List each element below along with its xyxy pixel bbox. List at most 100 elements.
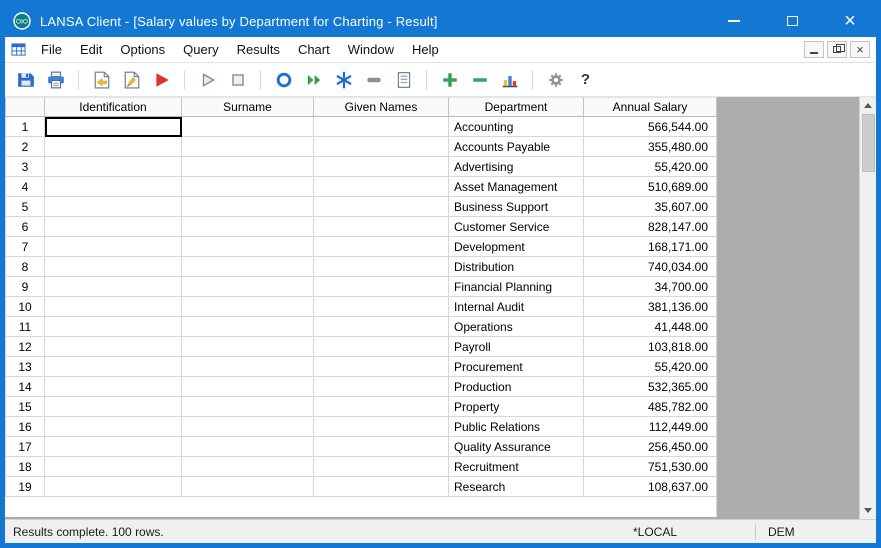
cell-given-names[interactable] <box>314 337 449 357</box>
cell-department[interactable]: Accounting <box>449 117 584 137</box>
row-number-cell[interactable]: 7 <box>5 237 45 257</box>
scroll-up-icon[interactable] <box>860 97 876 114</box>
cell-annual-salary[interactable]: 35,607.00 <box>584 197 717 217</box>
row-number-cell[interactable]: 1 <box>5 117 45 137</box>
cell-given-names[interactable] <box>314 457 449 477</box>
cell-given-names[interactable] <box>314 417 449 437</box>
cell-given-names[interactable] <box>314 397 449 417</box>
close-button[interactable]: × <box>842 11 858 31</box>
help-icon[interactable]: ? <box>573 67 598 92</box>
cell-department[interactable]: Financial Planning <box>449 277 584 297</box>
cell-department[interactable]: Production <box>449 377 584 397</box>
cell-department[interactable]: Distribution <box>449 257 584 277</box>
cell-identification[interactable] <box>45 197 182 217</box>
cell-surname[interactable] <box>182 217 314 237</box>
mdi-minimize-button[interactable] <box>804 41 824 58</box>
menu-item-options[interactable]: Options <box>111 39 174 60</box>
cell-department[interactable]: Public Relations <box>449 417 584 437</box>
row-number-cell[interactable]: 19 <box>5 477 45 497</box>
chart-icon[interactable] <box>497 67 522 92</box>
save-icon[interactable] <box>13 67 38 92</box>
cell-given-names[interactable] <box>314 137 449 157</box>
run-icon[interactable] <box>195 67 220 92</box>
cell-given-names[interactable] <box>314 217 449 237</box>
cell-annual-salary[interactable]: 55,420.00 <box>584 157 717 177</box>
menu-item-chart[interactable]: Chart <box>289 39 339 60</box>
vertical-scrollbar[interactable] <box>859 97 876 519</box>
print-icon[interactable] <box>43 67 68 92</box>
column-header-surname[interactable]: Surname <box>182 97 314 117</box>
cell-department[interactable]: Advertising <box>449 157 584 177</box>
row-number-cell[interactable]: 10 <box>5 297 45 317</box>
cell-surname[interactable] <box>182 257 314 277</box>
cell-identification[interactable] <box>45 317 182 337</box>
cell-given-names[interactable] <box>314 257 449 277</box>
cell-surname[interactable] <box>182 117 314 137</box>
cell-annual-salary[interactable]: 55,420.00 <box>584 357 717 377</box>
cell-given-names[interactable] <box>314 157 449 177</box>
cell-identification[interactable] <box>45 437 182 457</box>
row-number-cell[interactable]: 9 <box>5 277 45 297</box>
open-report-icon[interactable] <box>89 67 114 92</box>
minimize-button[interactable] <box>726 13 742 29</box>
cell-annual-salary[interactable]: 108,637.00 <box>584 477 717 497</box>
cell-department[interactable]: Customer Service <box>449 217 584 237</box>
mdi-restore-button[interactable] <box>827 41 847 58</box>
cell-surname[interactable] <box>182 337 314 357</box>
cell-surname[interactable] <box>182 417 314 437</box>
row-number-cell[interactable]: 4 <box>5 177 45 197</box>
cell-given-names[interactable] <box>314 357 449 377</box>
row-number-cell[interactable]: 18 <box>5 457 45 477</box>
cell-department[interactable]: Asset Management <box>449 177 584 197</box>
row-number-cell[interactable]: 17 <box>5 437 45 457</box>
cell-given-names[interactable] <box>314 117 449 137</box>
cell-annual-salary[interactable]: 510,689.00 <box>584 177 717 197</box>
row-number-cell[interactable]: 8 <box>5 257 45 277</box>
column-header-annual-salary[interactable]: Annual Salary <box>584 97 717 117</box>
cell-annual-salary[interactable]: 256,450.00 <box>584 437 717 457</box>
cell-surname[interactable] <box>182 317 314 337</box>
row-number-cell[interactable]: 5 <box>5 197 45 217</box>
cell-surname[interactable] <box>182 457 314 477</box>
cell-department[interactable]: Procurement <box>449 357 584 377</box>
cell-identification[interactable] <box>45 237 182 257</box>
form-icon[interactable] <box>391 67 416 92</box>
cell-identification[interactable] <box>45 397 182 417</box>
column-header-department[interactable]: Department <box>449 97 584 117</box>
row-number-cell[interactable]: 3 <box>5 157 45 177</box>
cell-department[interactable]: Development <box>449 237 584 257</box>
row-number-cell[interactable]: 12 <box>5 337 45 357</box>
mdi-close-button[interactable]: × <box>850 41 870 58</box>
cell-surname[interactable] <box>182 237 314 257</box>
cell-annual-salary[interactable]: 168,171.00 <box>584 237 717 257</box>
cell-identification[interactable] <box>45 297 182 317</box>
cell-given-names[interactable] <box>314 277 449 297</box>
cell-surname[interactable] <box>182 297 314 317</box>
row-number-cell[interactable]: 11 <box>5 317 45 337</box>
cell-identification[interactable] <box>45 157 182 177</box>
column-header-given-names[interactable]: Given Names <box>314 97 449 117</box>
run-query-icon[interactable] <box>149 67 174 92</box>
cell-surname[interactable] <box>182 357 314 377</box>
row-number-cell[interactable]: 16 <box>5 417 45 437</box>
cell-department[interactable]: Recruitment <box>449 457 584 477</box>
cell-annual-salary[interactable]: 355,480.00 <box>584 137 717 157</box>
row-number-cell[interactable]: 14 <box>5 377 45 397</box>
cell-annual-salary[interactable]: 828,147.00 <box>584 217 717 237</box>
scroll-down-icon[interactable] <box>860 502 876 519</box>
cell-surname[interactable] <box>182 157 314 177</box>
column-header-identification[interactable]: Identification <box>45 97 182 117</box>
pause-icon[interactable] <box>361 67 386 92</box>
stop-icon[interactable] <box>225 67 250 92</box>
cell-given-names[interactable] <box>314 477 449 497</box>
cell-annual-salary[interactable]: 532,365.00 <box>584 377 717 397</box>
cell-identification[interactable] <box>45 177 182 197</box>
cell-surname[interactable] <box>182 137 314 157</box>
cell-given-names[interactable] <box>314 197 449 217</box>
cell-given-names[interactable] <box>314 297 449 317</box>
cell-annual-salary[interactable]: 381,136.00 <box>584 297 717 317</box>
cell-annual-salary[interactable]: 751,530.00 <box>584 457 717 477</box>
cell-annual-salary[interactable]: 740,034.00 <box>584 257 717 277</box>
cell-surname[interactable] <box>182 477 314 497</box>
cell-annual-salary[interactable]: 485,782.00 <box>584 397 717 417</box>
